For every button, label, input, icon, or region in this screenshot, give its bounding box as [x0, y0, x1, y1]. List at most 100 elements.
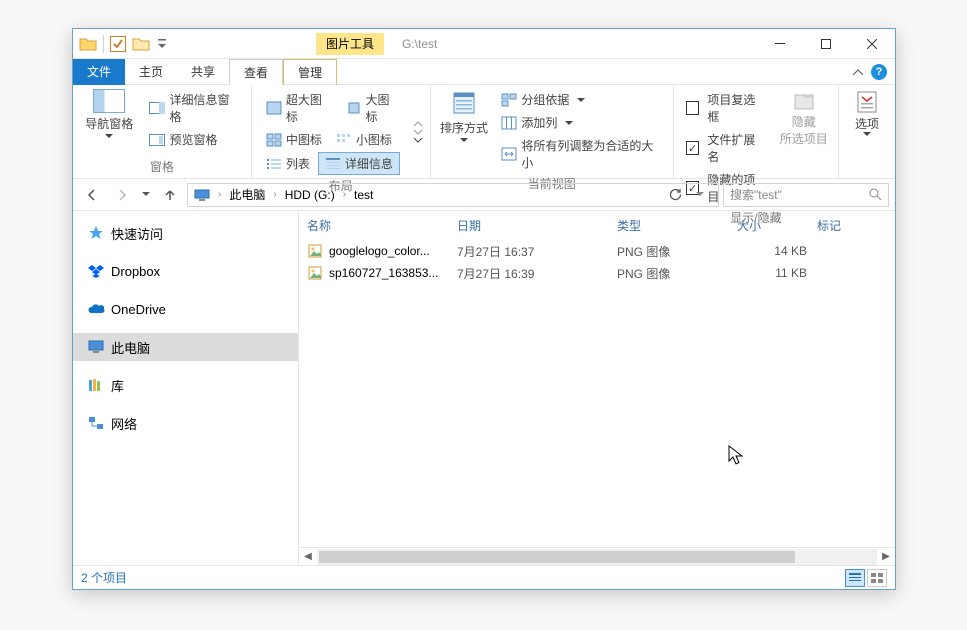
file-type: PNG 图像 [617, 243, 737, 260]
chevron-right-icon[interactable]: › [341, 189, 348, 200]
pc-icon [87, 338, 105, 356]
refresh-button[interactable] [668, 188, 690, 202]
qat-separator [103, 35, 104, 53]
tree-libraries[interactable]: 库 [73, 371, 298, 399]
file-row[interactable]: sp160727_163853...7月27日 16:39PNG 图像11 KB [299, 262, 895, 284]
breadcrumb-this-pc[interactable]: 此电脑 [223, 184, 271, 206]
search-placeholder: 搜索"test" [730, 186, 869, 203]
breadcrumb-pc-icon[interactable] [188, 189, 216, 201]
navigation-pane-button[interactable]: 导航窗格 [81, 89, 137, 156]
breadcrumb[interactable]: › 此电脑 › HDD (G:) › test [187, 183, 719, 207]
folder-icon[interactable] [79, 35, 97, 53]
tree-this-pc[interactable]: 此电脑 [73, 333, 298, 361]
tab-file[interactable]: 文件 [73, 59, 125, 85]
breadcrumb-folder[interactable]: test [348, 184, 379, 206]
layout-more-icon[interactable] [414, 137, 422, 143]
scroll-track[interactable] [317, 549, 877, 565]
tab-manage[interactable]: 管理 [283, 59, 337, 85]
network-icon [87, 414, 105, 432]
group-by-icon [501, 93, 517, 107]
add-columns-icon [501, 116, 517, 130]
layout-l-icons[interactable]: 大图标 [340, 89, 406, 127]
tree-quick-access[interactable]: 快速访问 [73, 219, 298, 247]
col-size[interactable]: 大小 [737, 217, 817, 234]
l-icons-icon [346, 101, 362, 115]
details-view-toggle[interactable] [845, 569, 865, 587]
forward-button[interactable] [109, 182, 135, 208]
ribbon-group-current-view: 排序方式 分组依据 添加列 将所有列调整为合适的大小 当前视图 [431, 85, 674, 178]
image-file-icon [307, 243, 323, 259]
layout-m-icons[interactable]: 中图标 [260, 129, 328, 150]
explorer-window: 图片工具 G:\test 文件 主页 共享 查看 管理 ? 导航窗格 [72, 28, 896, 590]
scroll-left-button[interactable]: ◀ [299, 551, 317, 562]
back-button[interactable] [79, 182, 105, 208]
fit-columns-button[interactable]: 将所有列调整为合适的大小 [497, 135, 665, 173]
qat-properties-icon[interactable] [110, 36, 126, 52]
layout-scroll-down-icon[interactable] [414, 129, 422, 135]
add-columns-button[interactable]: 添加列 [497, 112, 665, 133]
maximize-button[interactable] [803, 29, 849, 59]
layout-scroll-up-icon[interactable] [414, 121, 422, 127]
breadcrumb-drive[interactable]: HDD (G:) [279, 184, 341, 206]
layout-list[interactable]: 列表 [260, 152, 316, 175]
col-tags[interactable]: 标记 [817, 217, 877, 234]
scroll-thumb[interactable] [319, 551, 795, 563]
navigation-tree[interactable]: 快速访问 Dropbox OneDrive 此电脑 库 网络 [73, 211, 299, 565]
search-input[interactable]: 搜索"test" [723, 183, 889, 207]
file-list[interactable]: googlelogo_color...7月27日 16:37PNG 图像14 K… [299, 240, 895, 547]
list-icon [266, 157, 282, 171]
xl-icons-icon [266, 101, 282, 115]
group-by-button[interactable]: 分组依据 [497, 89, 665, 110]
hide-icon [791, 89, 817, 113]
tree-onedrive[interactable]: OneDrive [73, 295, 298, 323]
chevron-right-icon[interactable]: › [216, 189, 223, 200]
file-list-pane: 名称 日期 类型 大小 标记 googlelogo_color...7月27日 … [299, 211, 895, 565]
chevron-down-icon [577, 98, 585, 102]
fit-columns-icon [501, 147, 517, 161]
details-pane-button[interactable]: 详细信息窗格 [145, 89, 242, 127]
item-checkboxes-toggle[interactable]: 项目复选框 [682, 89, 770, 127]
titlebar: 图片工具 G:\test [73, 29, 895, 59]
onedrive-icon [87, 300, 105, 318]
ribbon-group-panes: 导航窗格 详细信息窗格 预览窗格 窗格 [73, 85, 252, 178]
up-button[interactable] [157, 182, 183, 208]
qat-customize-icon[interactable] [156, 37, 168, 51]
scroll-right-button[interactable]: ▶ [877, 551, 895, 562]
preview-pane-button[interactable]: 预览窗格 [145, 129, 242, 150]
statusbar: 2 个项目 [73, 565, 895, 589]
minimize-button[interactable] [757, 29, 803, 59]
chevron-right-icon[interactable]: › [271, 189, 278, 200]
layout-details[interactable]: 详细信息 [318, 152, 400, 175]
file-size: 11 KB [737, 266, 817, 280]
tab-view[interactable]: 查看 [229, 59, 283, 85]
file-size: 14 KB [737, 244, 817, 258]
thumbnails-view-toggle[interactable] [867, 569, 887, 587]
tree-network[interactable]: 网络 [73, 409, 298, 437]
file-row[interactable]: googlelogo_color...7月27日 16:37PNG 图像14 K… [299, 240, 895, 262]
contextual-tab-label: 图片工具 [316, 33, 384, 55]
help-icon[interactable]: ? [871, 64, 887, 80]
layout-s-icons[interactable]: 小图标 [330, 129, 398, 150]
body: 快速访问 Dropbox OneDrive 此电脑 库 网络 名称 日期 类型 … [73, 211, 895, 565]
horizontal-scrollbar[interactable]: ◀ ▶ [299, 547, 895, 565]
options-button[interactable]: 选项 [847, 89, 887, 159]
close-button[interactable] [849, 29, 895, 59]
chevron-down-icon [565, 121, 573, 125]
qat-new-folder-icon[interactable] [132, 35, 150, 53]
dropbox-icon [87, 262, 105, 280]
ribbon-group-show-hide: 项目复选框 ✓文件扩展名 ✓隐藏的项目 隐藏 所选项目 显示/隐藏 [674, 85, 839, 178]
image-file-icon [307, 265, 323, 281]
recent-locations-button[interactable] [139, 182, 153, 208]
col-date[interactable]: 日期 [457, 217, 617, 234]
tree-dropbox[interactable]: Dropbox [73, 257, 298, 285]
sort-by-button[interactable]: 排序方式 [439, 89, 490, 173]
details-icon [325, 157, 341, 171]
breadcrumb-dropdown-icon[interactable] [696, 192, 714, 197]
tab-share[interactable]: 共享 [177, 59, 229, 85]
layout-xl-icons[interactable]: 超大图标 [260, 89, 338, 127]
col-name[interactable]: 名称 [307, 217, 457, 234]
col-type[interactable]: 类型 [617, 217, 737, 234]
tab-home[interactable]: 主页 [125, 59, 177, 85]
ribbon-collapse-icon[interactable] [853, 69, 863, 75]
file-extensions-toggle[interactable]: ✓文件扩展名 [682, 129, 770, 167]
